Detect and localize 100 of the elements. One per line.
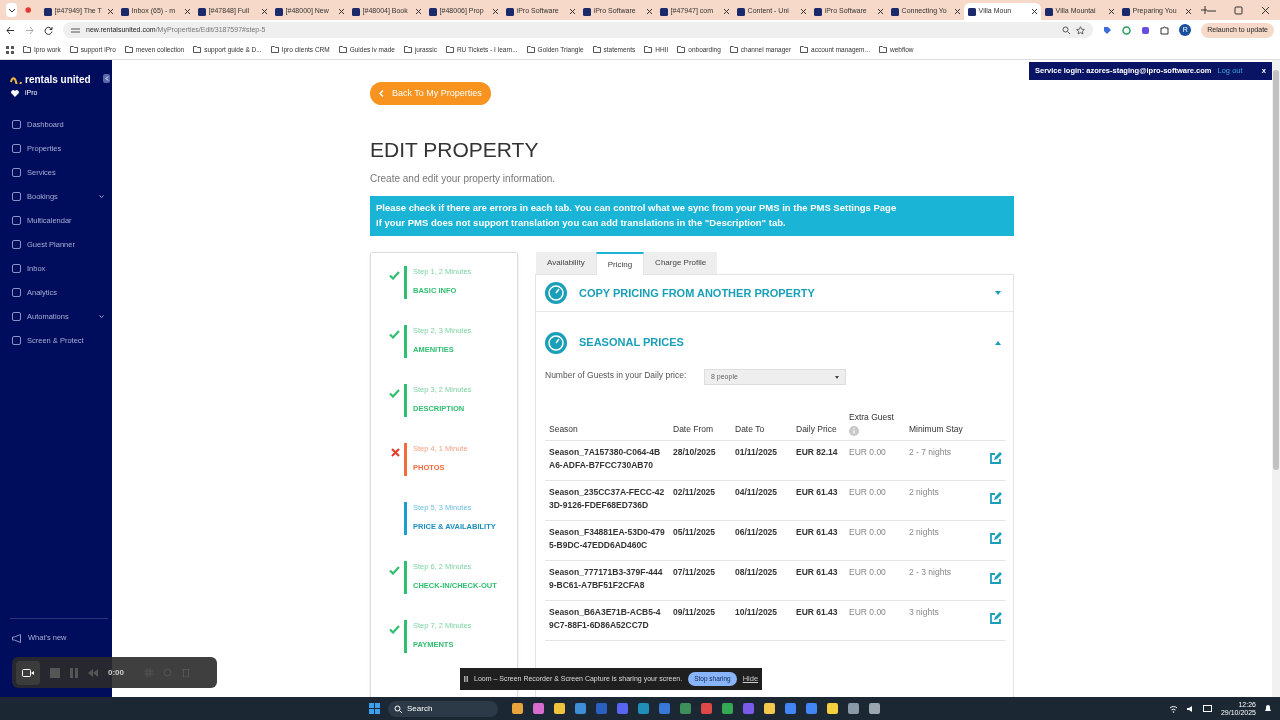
table-cell: 2 - 7 nights xyxy=(905,440,977,481)
edit-icon[interactable] xyxy=(989,612,1002,626)
extension-icon[interactable] xyxy=(1141,25,1151,35)
edit-icon[interactable] xyxy=(989,452,1002,466)
heart-icon xyxy=(11,89,19,97)
edit-icon[interactable] xyxy=(989,572,1002,586)
folder-icon xyxy=(526,46,535,53)
close-tab-icon[interactable] xyxy=(646,9,652,14)
caret-down-icon xyxy=(835,375,839,379)
table-cell: 07/11/2025 xyxy=(669,560,731,601)
plus-icon[interactable] xyxy=(1200,6,1207,14)
info-icon xyxy=(849,426,859,436)
search-icon xyxy=(394,704,402,713)
app-icon[interactable] xyxy=(575,703,586,714)
table-cell: 04/11/2025 xyxy=(731,480,792,521)
close-tab-icon[interactable] xyxy=(338,9,344,14)
table-cell: EUR 82.14 xyxy=(792,440,845,481)
zoom-icon[interactable] xyxy=(1062,26,1071,34)
close-tab-icon[interactable] xyxy=(800,9,806,14)
alert-text: If your PMS does not support translation you can add translations in the "Description" tab. xyxy=(376,216,787,231)
tab[interactable]: Availability xyxy=(536,252,596,274)
star-icon[interactable] xyxy=(1076,25,1086,35)
app-icon[interactable] xyxy=(554,703,565,714)
square-outline-icon xyxy=(12,264,21,273)
close-tab-icon[interactable] xyxy=(1031,9,1037,14)
app-icon[interactable] xyxy=(764,703,775,714)
edit-icon[interactable] xyxy=(989,532,1002,546)
edit-icon[interactable] xyxy=(989,492,1002,506)
favicon-icon xyxy=(967,7,976,16)
app-icon[interactable] xyxy=(533,703,544,714)
taskbar-search-field[interactable]: Search xyxy=(388,700,498,717)
folder-icon xyxy=(677,46,686,53)
battery-icon[interactable] xyxy=(1202,705,1213,712)
close-tab-icon[interactable] xyxy=(954,9,960,14)
app-icon[interactable] xyxy=(722,703,733,714)
brand-name: rentals united xyxy=(25,73,91,87)
table-cell: EUR 0.00 xyxy=(845,480,905,521)
close-tab-icon[interactable] xyxy=(723,9,729,14)
table-cell: 2 nights xyxy=(905,480,977,521)
restore-icon[interactable] xyxy=(1234,6,1243,15)
apps-grid-icon[interactable] xyxy=(6,45,14,54)
check-icon xyxy=(389,566,400,575)
table-cell: Season_B6A3E71B-ACB5-49C7-88F1-6D86A52CC7D xyxy=(545,600,669,641)
camera-button[interactable] xyxy=(16,660,40,685)
app-icon[interactable] xyxy=(785,703,796,714)
back-arrow-icon[interactable] xyxy=(6,25,15,35)
reload-icon[interactable] xyxy=(44,25,53,35)
app-icon[interactable] xyxy=(806,703,817,714)
folder-icon xyxy=(800,46,809,53)
table-cell: 06/11/2025 xyxy=(731,520,792,561)
app-icon[interactable] xyxy=(680,703,691,714)
tag-icon[interactable] xyxy=(1103,25,1113,35)
tab[interactable]: Charge Profile xyxy=(644,252,718,274)
table-cell: 28/10/2025 xyxy=(669,440,731,481)
close-tab-icon[interactable] xyxy=(415,9,421,14)
table-cell: EUR 61.43 xyxy=(792,560,845,601)
folder-icon xyxy=(23,46,31,53)
close-tab-icon[interactable] xyxy=(107,9,113,14)
app-icon[interactable] xyxy=(827,703,838,714)
table-cell: EUR 61.43 xyxy=(792,520,845,561)
folder-icon xyxy=(729,46,738,53)
square-outline-icon xyxy=(12,240,21,249)
tab[interactable]: Pricing xyxy=(595,252,645,275)
chevron-down-icon xyxy=(7,6,16,14)
circle-icon[interactable] xyxy=(1122,25,1132,35)
collapse-button[interactable] xyxy=(103,74,110,83)
app-icon[interactable] xyxy=(701,703,712,714)
app-icon[interactable] xyxy=(638,703,649,714)
wifi-icon[interactable] xyxy=(1168,704,1178,713)
column-header: Minimum Stay xyxy=(905,411,977,441)
close-tab-icon[interactable] xyxy=(184,9,190,14)
check-icon xyxy=(389,330,400,339)
column-header: Season xyxy=(545,411,669,441)
app-icon[interactable] xyxy=(848,703,859,714)
app-icon[interactable] xyxy=(617,703,628,714)
table-cell: Season_235CC37A-FECC-423D-9126-FDEF68ED736D xyxy=(545,480,669,521)
folder-icon xyxy=(193,46,202,53)
favicon-icon xyxy=(43,7,52,16)
favicon-icon xyxy=(428,7,437,16)
folder-icon xyxy=(445,46,454,53)
close-tab-icon[interactable] xyxy=(1108,9,1114,14)
speaker-icon[interactable] xyxy=(1185,704,1195,713)
close-tab-icon[interactable] xyxy=(492,9,498,14)
tab-search-button[interactable] xyxy=(6,3,18,17)
app-icon[interactable] xyxy=(659,703,670,714)
close-tab-icon[interactable] xyxy=(569,9,575,14)
app-icon[interactable] xyxy=(512,703,523,714)
table-cell: 01/11/2025 xyxy=(731,440,792,481)
app-icon[interactable] xyxy=(869,703,880,714)
site-settings-icon xyxy=(71,26,80,34)
app-icon[interactable] xyxy=(743,703,754,714)
close-tab-icon[interactable] xyxy=(877,9,883,14)
cross-icon xyxy=(391,448,400,457)
close-tab-icon[interactable] xyxy=(261,9,267,14)
close-tab-icon[interactable] xyxy=(1185,9,1191,14)
bell-icon[interactable] xyxy=(1264,704,1272,713)
windows-logo-icon[interactable] xyxy=(369,703,380,714)
table-cell: Season_F34881EA-53D0-4795-B9DC-47EDD6AD460C xyxy=(545,520,669,561)
close-icon[interactable] xyxy=(1261,6,1270,15)
page-subtitle: Create and edit your property information. xyxy=(370,172,557,186)
